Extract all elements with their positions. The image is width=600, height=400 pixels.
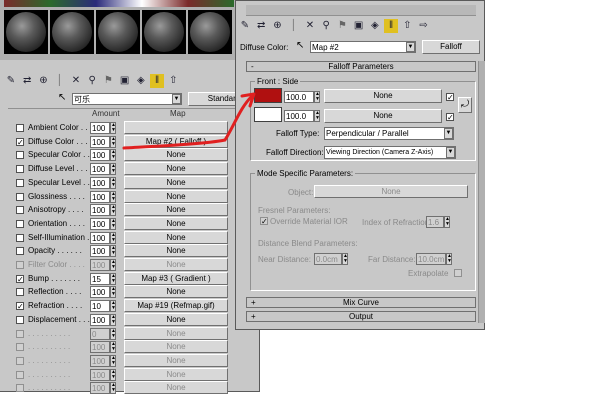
annotation-arrow: [122, 92, 256, 150]
annotation-arrow-line: [122, 94, 254, 150]
